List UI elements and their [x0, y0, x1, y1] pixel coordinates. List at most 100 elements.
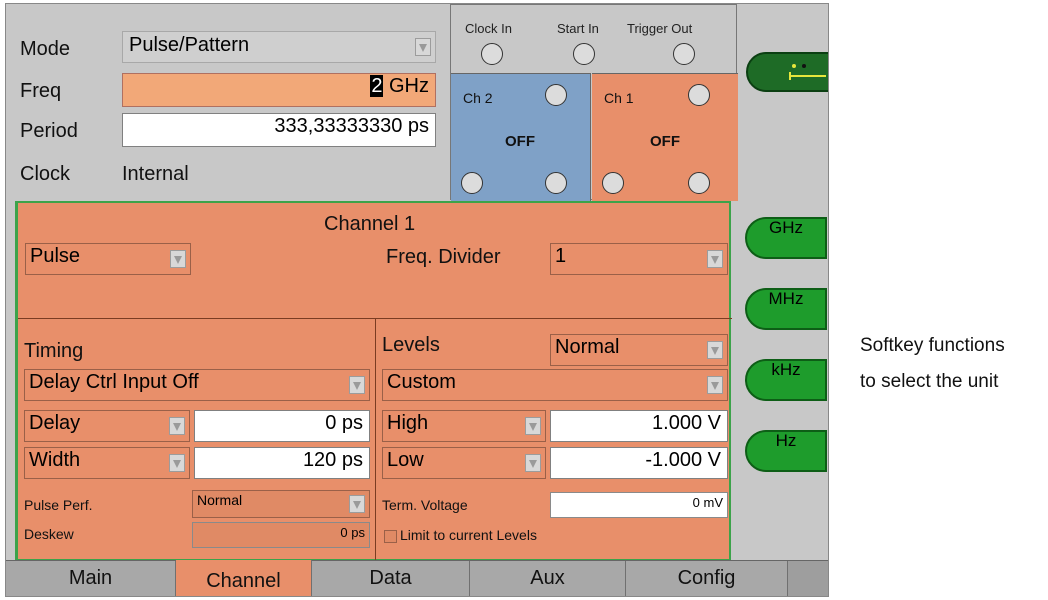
ch1-connector-neg-icon — [602, 172, 624, 194]
high-type-select[interactable]: High — [382, 410, 546, 442]
channel-panel: Channel 1 Pulse Freq. Divider 1 Timing D… — [15, 201, 732, 561]
deskew-field[interactable]: 0 ps — [192, 522, 370, 548]
ghz-softkey-label: GHz — [769, 218, 803, 237]
clock-label: Clock — [20, 163, 71, 185]
freq-divider-select[interactable]: 1 — [550, 243, 728, 275]
delay-label: Delay — [29, 412, 81, 434]
levels-section: Levels Normal Custom High 1.000 V Low -1… — [376, 318, 732, 561]
chevron-down-icon — [349, 376, 365, 394]
levels-mode-value: Normal — [555, 336, 620, 358]
freq-cursor-digit: 2 — [370, 75, 384, 97]
low-type-select[interactable]: Low — [382, 447, 546, 479]
instrument-screen: Mode Pulse/Pattern Freq 2 GHz Period 333… — [5, 3, 829, 597]
waveform-softkey[interactable] — [746, 52, 828, 92]
high-label: High — [387, 412, 429, 434]
low-field[interactable]: -1.000 V — [550, 447, 728, 479]
delay-type-select[interactable]: Delay — [24, 410, 190, 442]
period-value: 333,33333330 ps — [274, 115, 429, 137]
width-field[interactable]: 120 ps — [194, 447, 370, 479]
start-in-connector-icon — [573, 43, 595, 65]
term-voltage-value: 0 mV — [692, 495, 723, 510]
pulse-perf-select[interactable]: Normal — [192, 490, 370, 518]
softkey-annotation: Softkey functions to select the unit — [860, 328, 1040, 400]
chevron-down-icon — [525, 454, 541, 472]
delay-value: 0 ps — [325, 412, 363, 434]
clock-in-connector-icon — [481, 43, 503, 65]
ch2-label: Ch 2 — [463, 90, 493, 106]
tab-channel[interactable]: Channel — [176, 560, 312, 596]
annotation-line-2: to select the unit — [860, 371, 999, 392]
levels-type-value: Custom — [387, 371, 456, 393]
limit-levels-label: Limit to current Levels — [400, 527, 537, 543]
term-voltage-field[interactable]: 0 mV — [550, 492, 728, 518]
freq-field[interactable]: 2 GHz — [122, 73, 436, 107]
low-value: -1.000 V — [645, 449, 721, 471]
ch1-connector-icon — [688, 84, 710, 106]
ch1-state: OFF — [650, 133, 680, 150]
mode-label: Mode — [20, 38, 71, 60]
chevron-down-icon — [349, 495, 365, 513]
tab-main[interactable]: Main — [6, 561, 176, 596]
delay-field[interactable]: 0 ps — [194, 410, 370, 442]
channel-mode-value: Pulse — [30, 245, 81, 267]
low-label: Low — [387, 449, 424, 471]
mode-value: Pulse/Pattern — [129, 34, 250, 56]
timing-section: Timing Delay Ctrl Input Off Delay 0 ps W… — [18, 318, 376, 561]
limit-levels-checkbox[interactable] — [384, 530, 397, 543]
period-field[interactable]: 333,33333330 ps — [122, 113, 436, 147]
high-value: 1.000 V — [652, 412, 721, 434]
khz-softkey-label: kHz — [771, 360, 801, 379]
clock-in-label: Clock In — [465, 21, 512, 36]
ch1-connector-pos-icon — [688, 172, 710, 194]
freq-divider-value: 1 — [555, 245, 567, 267]
chevron-down-icon — [169, 454, 185, 472]
freq-divider-label: Freq. Divider — [386, 246, 501, 268]
ch2-output-box[interactable]: Ch 2 OFF — [451, 73, 591, 201]
clock-value: Internal — [122, 163, 189, 185]
ghz-softkey[interactable]: GHz — [745, 217, 827, 259]
hz-softkey[interactable]: Hz — [745, 430, 827, 472]
deskew-value: 0 ps — [340, 525, 365, 540]
channel-mode-select[interactable]: Pulse — [25, 243, 191, 275]
trigger-out-connector-icon — [673, 43, 695, 65]
pulse-perf-value: Normal — [197, 492, 243, 508]
mode-select[interactable]: Pulse/Pattern — [122, 31, 436, 63]
khz-softkey[interactable]: kHz — [745, 359, 827, 401]
tab-data[interactable]: Data — [312, 561, 470, 596]
annotation-line-1: Softkey functions — [860, 335, 1005, 356]
tab-aux[interactable]: Aux — [470, 561, 626, 596]
mhz-softkey[interactable]: MHz — [745, 288, 827, 330]
tab-config[interactable]: Config — [626, 561, 788, 596]
trigger-out-label: Trigger Out — [627, 21, 693, 36]
freq-unit: GHz — [389, 75, 429, 97]
chevron-down-icon — [169, 417, 185, 435]
connector-panel: Clock In Start In Trigger Out Ch 2 OFF C… — [450, 4, 738, 201]
levels-type-select[interactable]: Custom — [382, 369, 728, 401]
levels-mode-select[interactable]: Normal — [550, 334, 728, 366]
start-in-label: Start In — [557, 21, 599, 36]
ch2-connector-neg-icon — [461, 172, 483, 194]
levels-heading: Levels — [382, 334, 440, 356]
channel-title: Channel 1 — [324, 213, 416, 235]
freq-label: Freq — [20, 80, 62, 102]
high-field[interactable]: 1.000 V — [550, 410, 728, 442]
hz-softkey-label: Hz — [775, 431, 797, 450]
delay-ctrl-value: Delay Ctrl Input Off — [29, 371, 199, 393]
chevron-down-icon — [707, 376, 723, 394]
ch1-label: Ch 1 — [604, 90, 634, 106]
ch2-connector-icon — [545, 84, 567, 106]
tab-bar: Main Channel Data Aux Config — [6, 560, 828, 596]
ch1-output-box[interactable]: Ch 1 OFF — [592, 73, 738, 201]
mhz-softkey-label: MHz — [768, 289, 804, 308]
delay-ctrl-select[interactable]: Delay Ctrl Input Off — [24, 369, 370, 401]
chevron-down-icon — [707, 250, 723, 268]
waveform-icon — [789, 64, 826, 80]
width-type-select[interactable]: Width — [24, 447, 190, 479]
ch2-connector-pos-icon — [545, 172, 567, 194]
chevron-down-icon — [415, 38, 431, 56]
chevron-down-icon — [707, 341, 723, 359]
pulse-perf-label: Pulse Perf. — [24, 497, 93, 513]
width-value: 120 ps — [302, 449, 363, 471]
width-label: Width — [29, 449, 81, 471]
chevron-down-icon — [170, 250, 186, 268]
